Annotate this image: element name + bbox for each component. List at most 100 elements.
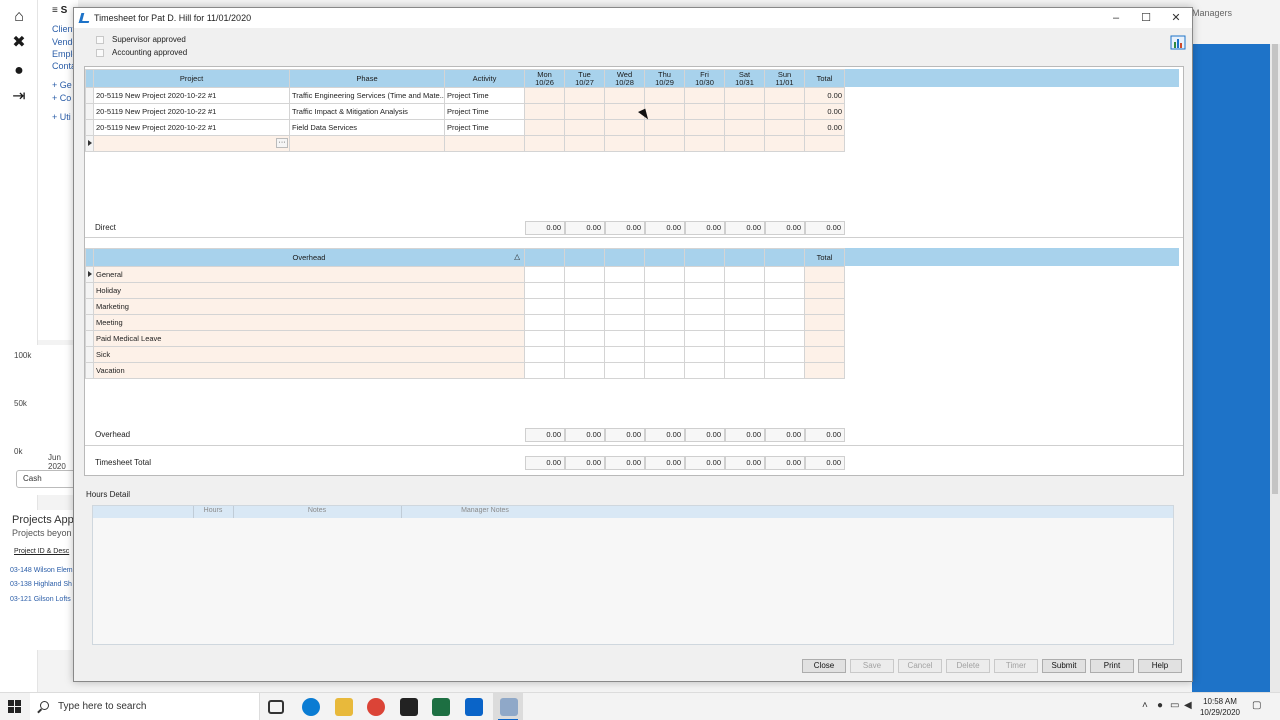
hours-cell[interactable] — [684, 314, 725, 331]
header-day[interactable]: Sat 10/31 — [724, 69, 765, 88]
overhead-name[interactable]: Sick — [93, 346, 525, 363]
project-cell[interactable]: 20-5119 New Project 2020-10-22 #1 — [93, 103, 290, 120]
projects-column[interactable]: Project ID & Desc — [14, 548, 69, 555]
hours-cell[interactable] — [524, 298, 565, 315]
hours-cell[interactable] — [604, 330, 645, 347]
hours-cell[interactable] — [604, 266, 645, 283]
row-selector[interactable] — [85, 119, 94, 136]
hours-cell[interactable] — [644, 298, 685, 315]
hours-cell[interactable] — [644, 314, 685, 331]
table-row[interactable]: Sick — [85, 346, 845, 363]
overhead-name[interactable]: General — [93, 266, 525, 283]
project-link[interactable]: 03-148 Wilson Elem — [10, 567, 73, 574]
activity-cell[interactable]: Project Time — [444, 119, 525, 136]
row-selector[interactable] — [85, 87, 94, 104]
hours-cell[interactable] — [564, 314, 605, 331]
hours-cell[interactable] — [644, 330, 685, 347]
submit-button[interactable]: Submit — [1042, 659, 1086, 673]
hours-cell[interactable] — [724, 282, 765, 299]
hours-cell[interactable] — [564, 266, 605, 283]
lookup-button[interactable]: ··· — [276, 138, 288, 148]
hours-cell[interactable] — [644, 346, 685, 363]
project-link[interactable]: 03-138 Highland Sh — [10, 581, 72, 588]
row-selector[interactable] — [85, 266, 94, 283]
row-selector[interactable] — [85, 103, 94, 120]
row-selector[interactable] — [85, 330, 94, 347]
hours-cell[interactable] — [604, 362, 645, 379]
table-row[interactable]: Paid Medical Leave — [85, 330, 845, 347]
task-view-icon[interactable] — [268, 700, 284, 714]
hours-cell[interactable] — [644, 103, 685, 120]
hours-cell[interactable] — [524, 330, 565, 347]
header-day[interactable]: Tue 10/27 — [564, 69, 605, 88]
table-row[interactable]: 20-5119 New Project 2020-10-22 #1 Traffi… — [85, 103, 845, 120]
hours-cell[interactable] — [684, 298, 725, 315]
hours-cell[interactable] — [524, 266, 565, 283]
background-scrollbar[interactable] — [1270, 44, 1280, 692]
header-total[interactable]: Total — [804, 248, 845, 267]
cancel-button[interactable]: Cancel — [898, 659, 942, 673]
hours-cell[interactable] — [524, 282, 565, 299]
phase-cell[interactable]: Traffic Impact & Mitigation Analysis — [289, 103, 445, 120]
hours-cell[interactable] — [764, 103, 805, 120]
save-button[interactable]: Save — [850, 659, 894, 673]
outlook-icon[interactable] — [465, 698, 483, 716]
hours-cell[interactable] — [604, 314, 645, 331]
project-cell[interactable]: ··· — [93, 135, 290, 152]
hours-cell[interactable] — [764, 362, 805, 379]
hours-cell[interactable] — [564, 87, 605, 104]
hours-cell[interactable] — [524, 314, 565, 331]
help-button[interactable]: Help — [1138, 659, 1182, 673]
delete-button[interactable]: Delete — [946, 659, 990, 673]
table-row[interactable]: General — [85, 266, 845, 283]
hours-cell[interactable] — [724, 135, 765, 152]
overhead-name[interactable]: Meeting — [93, 314, 525, 331]
panel-item[interactable]: + Uti — [52, 112, 71, 122]
header-day[interactable]: Thu 10/29 — [644, 69, 685, 88]
checkbox-box[interactable] — [96, 49, 104, 57]
hours-cell[interactable] — [684, 266, 725, 283]
maximize-button[interactable]: ☐ — [1132, 10, 1160, 26]
overhead-name[interactable]: Marketing — [93, 298, 525, 315]
active-app-tab[interactable] — [493, 693, 523, 720]
hours-cell[interactable] — [564, 330, 605, 347]
activity-cell[interactable]: Project Time — [444, 87, 525, 104]
hours-cell[interactable] — [524, 346, 565, 363]
row-selector[interactable] — [85, 135, 94, 152]
hours-cell[interactable] — [684, 362, 725, 379]
hours-cell[interactable] — [764, 330, 805, 347]
project-cell[interactable]: 20-5119 New Project 2020-10-22 #1 — [93, 87, 290, 104]
hours-cell[interactable] — [604, 87, 645, 104]
row-selector[interactable] — [85, 346, 94, 363]
hours-cell[interactable] — [604, 119, 645, 136]
file-explorer-icon[interactable] — [335, 698, 353, 716]
chevron-up-icon[interactable]: ˄ — [1142, 700, 1148, 711]
title-bar[interactable]: Timesheet for Pat D. Hill for 11/01/2020… — [74, 8, 1192, 28]
panel-item[interactable]: + Co — [52, 93, 71, 103]
checkbox-box[interactable] — [96, 36, 104, 44]
hours-detail-col[interactable]: Notes — [233, 507, 401, 514]
phase-cell[interactable] — [289, 135, 445, 152]
hours-cell[interactable] — [684, 135, 725, 152]
hours-cell[interactable] — [684, 346, 725, 363]
table-row[interactable]: 20-5119 New Project 2020-10-22 #1 Traffi… — [85, 87, 845, 104]
print-button[interactable]: Print — [1090, 659, 1134, 673]
logout-icon[interactable]: ⇥ — [10, 88, 28, 106]
hours-cell[interactable] — [564, 362, 605, 379]
row-selector[interactable] — [85, 282, 94, 299]
table-row[interactable]: 20-5119 New Project 2020-10-22 #1 Field … — [85, 119, 845, 136]
hours-cell[interactable] — [724, 362, 765, 379]
activity-cell[interactable] — [444, 135, 525, 152]
header-total[interactable]: Total — [804, 69, 845, 88]
taskbar-search[interactable]: Type here to search — [30, 693, 260, 720]
table-row[interactable]: Meeting — [85, 314, 845, 331]
table-row[interactable]: Holiday — [85, 282, 845, 299]
hours-detail-col[interactable]: Manager Notes — [401, 507, 569, 514]
timer-button[interactable]: Timer — [994, 659, 1038, 673]
volume-icon[interactable]: ◀ — [1184, 700, 1192, 711]
overhead-name[interactable]: Paid Medical Leave — [93, 330, 525, 347]
hours-cell[interactable] — [724, 314, 765, 331]
table-row[interactable]: Marketing — [85, 298, 845, 315]
hours-cell[interactable] — [644, 282, 685, 299]
new-row[interactable]: ··· — [85, 135, 845, 152]
